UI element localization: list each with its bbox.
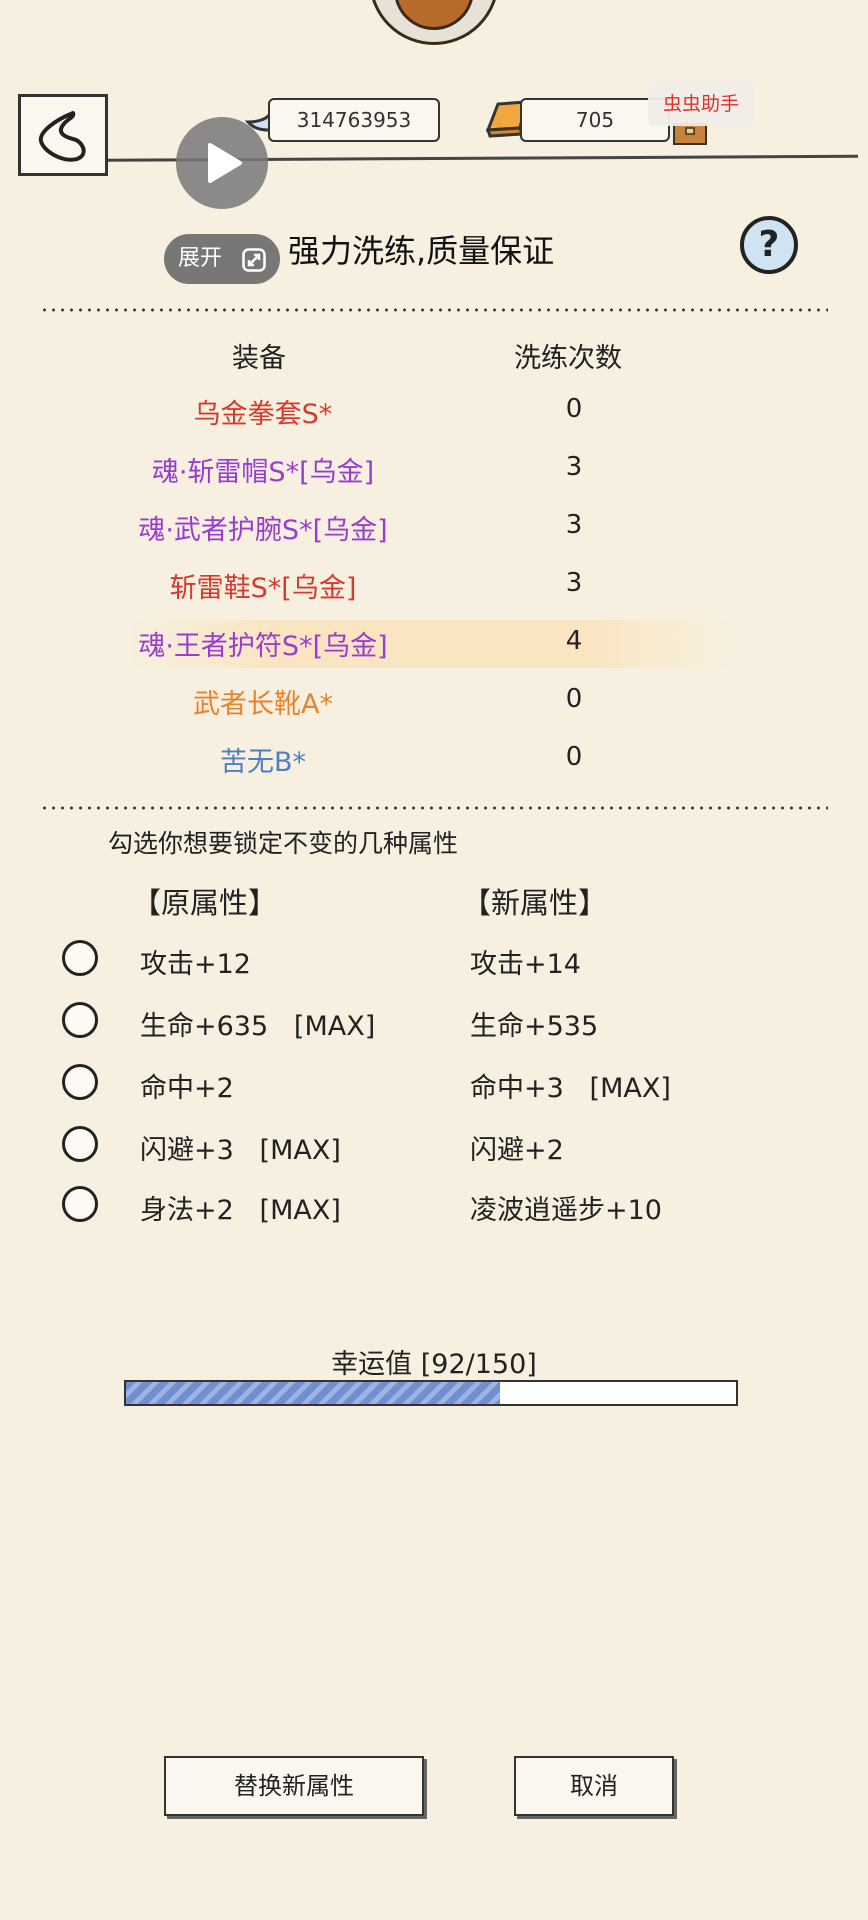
help-icon[interactable]: ? bbox=[740, 216, 798, 274]
equipment-name[interactable]: 苦无B* bbox=[63, 740, 463, 779]
back-button[interactable] bbox=[18, 94, 108, 176]
old-attribute: 攻击+12 bbox=[140, 949, 251, 980]
new-attributes-header: 【新属性】 bbox=[462, 886, 608, 920]
cancel-button[interactable]: 取消 bbox=[514, 1756, 674, 1816]
page-title: 强力洗练,质量保证 bbox=[288, 232, 555, 270]
silver-amount: 314763953 bbox=[268, 98, 440, 142]
expand-button[interactable]: 展开 bbox=[164, 234, 280, 284]
new-attribute: 凌波逍遥步+10 bbox=[470, 1195, 662, 1226]
luck-progress-fill bbox=[126, 1382, 501, 1404]
wash-count: 3 bbox=[565, 510, 583, 540]
new-attribute: 闪避+2 bbox=[470, 1135, 564, 1166]
new-attribute: 攻击+14 bbox=[470, 949, 581, 980]
luck-label: 幸运值 [92/150] bbox=[331, 1349, 537, 1380]
expand-icon bbox=[242, 248, 266, 272]
lock-radio[interactable] bbox=[62, 1126, 98, 1162]
old-attributes-header: 【原属性】 bbox=[132, 886, 278, 920]
back-arrow-icon bbox=[38, 111, 86, 162]
wash-count: 0 bbox=[565, 684, 583, 714]
new-attribute: 命中+3 [MAX] bbox=[470, 1073, 671, 1104]
equipment-name[interactable]: 魂·斩雷帽S*[乌金] bbox=[63, 450, 463, 489]
old-attribute: 身法+2 [MAX] bbox=[140, 1195, 341, 1226]
wash-count: 3 bbox=[565, 452, 583, 482]
new-attribute: 生命+535 bbox=[470, 1011, 599, 1042]
old-attribute: 闪避+3 [MAX] bbox=[140, 1135, 341, 1166]
mascot-avatar bbox=[369, 0, 499, 45]
dotted-divider bbox=[40, 806, 828, 810]
header-divider bbox=[17, 154, 859, 163]
wash-count: 3 bbox=[565, 568, 583, 598]
equipment-name[interactable]: 魂·武者护腕S*[乌金] bbox=[63, 508, 463, 547]
col-wash-count-header: 洗练次数 bbox=[514, 343, 622, 374]
replace-attributes-button[interactable]: 替换新属性 bbox=[164, 1756, 424, 1816]
col-equipment-header: 装备 bbox=[232, 343, 286, 374]
mascot-face bbox=[394, 0, 474, 30]
helper-badge[interactable]: 虫虫助手 bbox=[648, 82, 754, 126]
lock-radio[interactable] bbox=[62, 1002, 98, 1038]
equipment-name[interactable]: 武者长靴A* bbox=[63, 682, 463, 721]
equipment-name[interactable]: 乌金拳套S* bbox=[63, 392, 463, 431]
lock-hint: 勾选你想要锁定不变的几种属性 bbox=[108, 829, 459, 858]
wash-count: 0 bbox=[565, 742, 583, 772]
equipment-name[interactable]: 魂·王者护符S*[乌金] bbox=[63, 624, 463, 663]
dotted-divider bbox=[40, 308, 828, 312]
wash-count: 0 bbox=[565, 394, 583, 424]
expand-label: 展开 bbox=[178, 246, 223, 271]
lock-radio[interactable] bbox=[62, 1186, 98, 1222]
old-attribute: 命中+2 bbox=[140, 1073, 234, 1104]
equipment-name[interactable]: 斩雷鞋S*[乌金] bbox=[63, 566, 463, 605]
play-button[interactable] bbox=[176, 117, 268, 209]
lock-radio[interactable] bbox=[62, 940, 98, 976]
lock-radio[interactable] bbox=[62, 1064, 98, 1100]
luck-progress-bar bbox=[124, 1380, 738, 1406]
wash-count: 4 bbox=[565, 626, 583, 656]
old-attribute: 生命+635 [MAX] bbox=[140, 1011, 376, 1042]
play-icon bbox=[208, 143, 242, 183]
